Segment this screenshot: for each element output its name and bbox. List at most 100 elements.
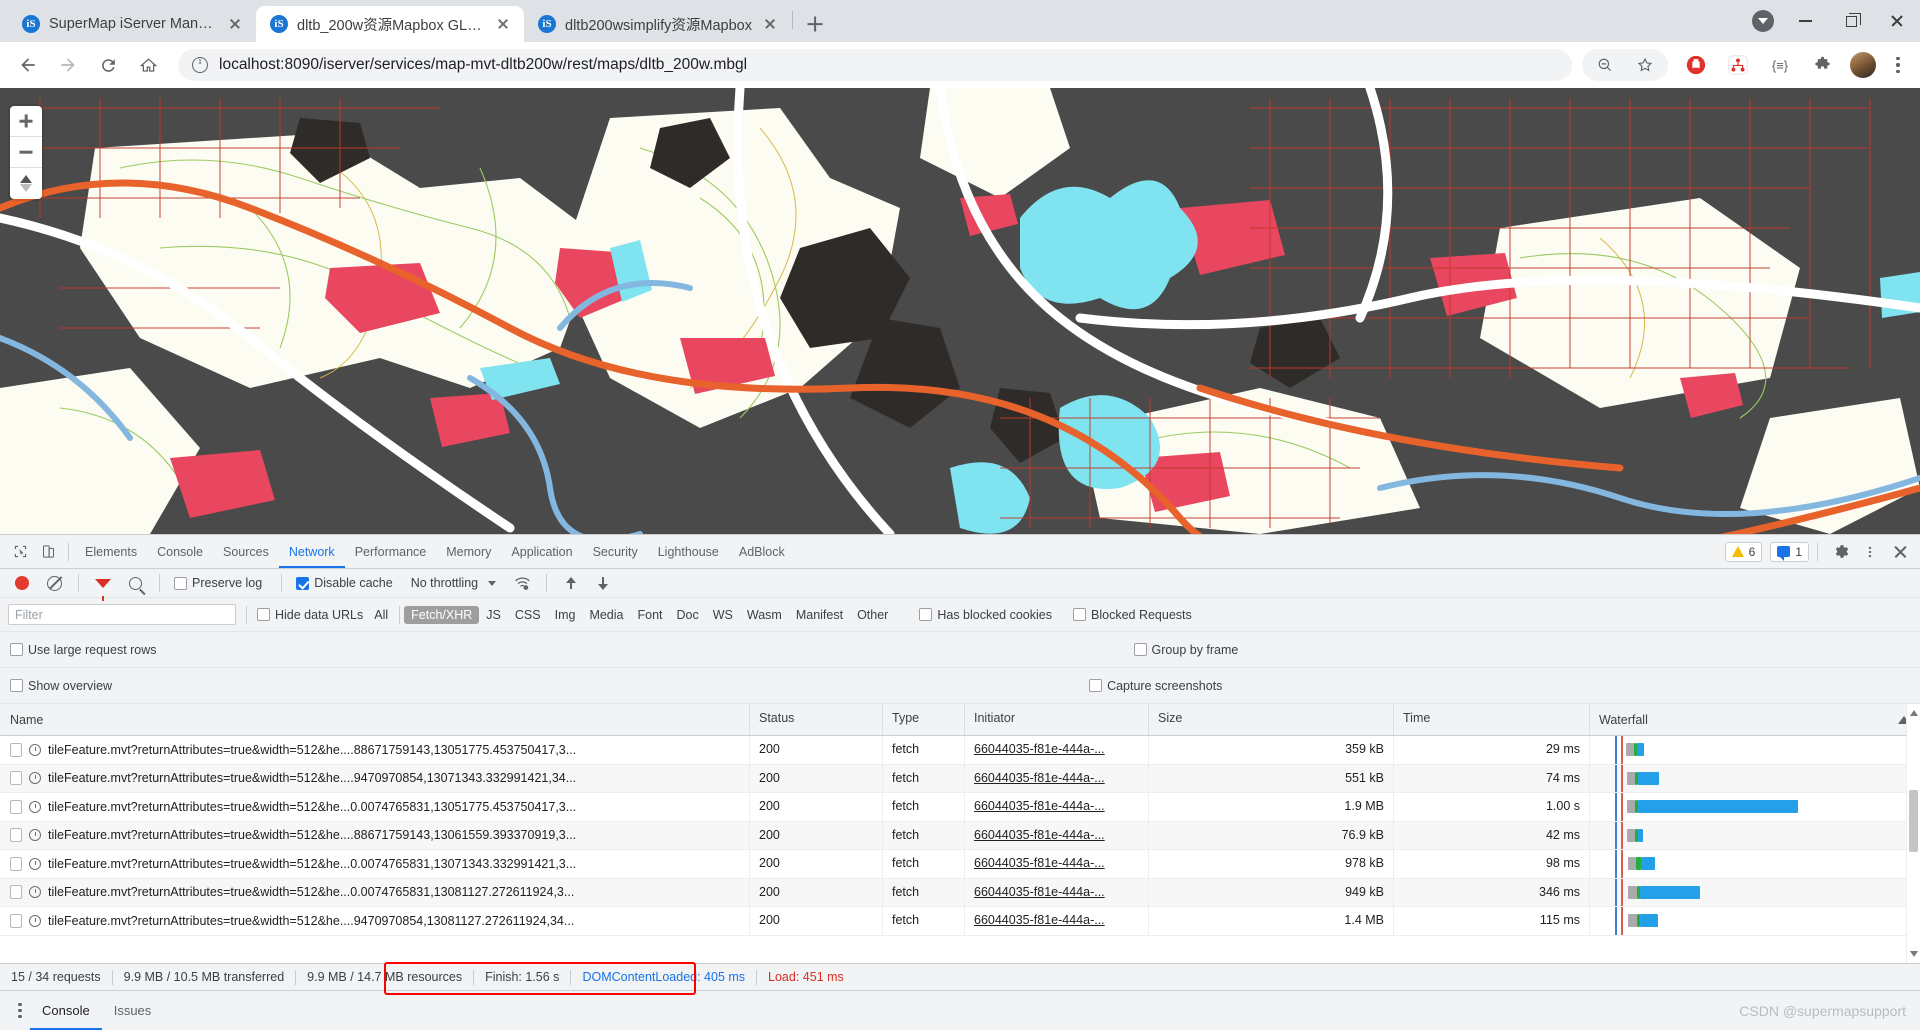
request-name-cell[interactable]: tileFeature.mvt?returnAttributes=true&wi… (0, 736, 750, 765)
update-available-icon[interactable] (1752, 10, 1774, 32)
initiator-link[interactable]: 66044035-f81e-444a-... (974, 771, 1105, 785)
clear-button[interactable] (40, 569, 68, 597)
capture-screenshots-checkbox[interactable]: Capture screenshots (1089, 679, 1231, 693)
drawer-more-icon[interactable] (10, 1002, 30, 1019)
request-initiator[interactable]: 66044035-f81e-444a-... (965, 821, 1149, 850)
type-filter-js[interactable]: JS (479, 606, 508, 624)
request-initiator[interactable]: 66044035-f81e-444a-... (965, 736, 1149, 765)
compass-icon[interactable] (10, 168, 42, 199)
show-overview-checkbox[interactable]: Show overview (10, 679, 121, 693)
extensions-puzzle-icon[interactable] (1805, 48, 1839, 82)
has-blocked-cookies-checkbox[interactable]: Has blocked cookies (919, 608, 1061, 622)
network-conditions-icon[interactable] (508, 569, 536, 597)
record-button[interactable] (8, 569, 36, 597)
hide-data-urls-checkbox[interactable]: Hide data URLs (257, 608, 367, 622)
row-checkbox[interactable] (10, 771, 22, 786)
minimize-button[interactable] (1782, 0, 1828, 42)
throttling-select[interactable]: No throttling (411, 576, 478, 590)
initiator-link[interactable]: 66044035-f81e-444a-... (974, 885, 1105, 899)
request-initiator[interactable]: 66044035-f81e-444a-... (965, 793, 1149, 822)
scroll-down-arrow[interactable] (1910, 951, 1918, 957)
browser-tab-0[interactable]: iS SuperMap iServer Manager (8, 6, 256, 42)
table-scrollbar[interactable] (1906, 704, 1920, 963)
type-filter-fetch-xhr[interactable]: Fetch/XHR (404, 605, 480, 624)
initiator-link[interactable]: 66044035-f81e-444a-... (974, 856, 1105, 870)
messages-badge[interactable]: 1 (1770, 541, 1809, 562)
disable-cache-checkbox[interactable]: Disable cache (296, 576, 402, 590)
preserve-log-checkbox[interactable]: Preserve log (174, 576, 271, 590)
table-row[interactable]: tileFeature.mvt?returnAttributes=true&wi… (0, 764, 1920, 793)
group-by-frame-checkbox[interactable]: Group by frame (1133, 643, 1248, 657)
type-filter-media[interactable]: Media (582, 606, 630, 624)
profile-avatar[interactable] (1850, 52, 1876, 78)
request-url[interactable]: tileFeature.mvt?returnAttributes=true&wi… (48, 828, 576, 842)
request-url[interactable]: tileFeature.mvt?returnAttributes=true&wi… (48, 800, 576, 814)
close-tab-icon[interactable] (226, 15, 244, 33)
browser-tab-1[interactable]: iS dltb_200w资源Mapbox GL表述 (256, 6, 524, 42)
chevron-down-icon[interactable] (488, 580, 497, 586)
initiator-link[interactable]: 66044035-f81e-444a-... (974, 742, 1105, 756)
type-filter-font[interactable]: Font (630, 606, 669, 624)
type-filter-ws[interactable]: WS (706, 606, 740, 624)
type-filter-wasm[interactable]: Wasm (740, 606, 789, 624)
adblock-icon[interactable] (1679, 48, 1713, 82)
request-url[interactable]: tileFeature.mvt?returnAttributes=true&wi… (48, 914, 574, 928)
type-filter-all[interactable]: All (367, 606, 395, 624)
request-initiator[interactable]: 66044035-f81e-444a-... (965, 878, 1149, 907)
request-url[interactable]: tileFeature.mvt?returnAttributes=true&wi… (48, 857, 576, 871)
column-header-waterfall[interactable]: Waterfall (1590, 704, 1920, 735)
new-tab-button[interactable] (801, 10, 829, 38)
close-tab-icon[interactable] (494, 15, 512, 33)
map-viewport[interactable] (0, 88, 1920, 534)
devtools-tab-performance[interactable]: Performance (345, 535, 437, 568)
search-icon[interactable] (121, 569, 149, 597)
request-name-cell[interactable]: tileFeature.mvt?returnAttributes=true&wi… (0, 907, 750, 936)
type-filter-css[interactable]: CSS (508, 606, 548, 624)
row-checkbox[interactable] (10, 913, 22, 928)
drawer-tab-issues[interactable]: Issues (102, 991, 164, 1030)
address-bar[interactable]: localhost:8090/iserver/services/map-mvt-… (178, 49, 1572, 81)
devtools-tab-lighthouse[interactable]: Lighthouse (648, 535, 729, 568)
maximize-button[interactable] (1828, 0, 1874, 42)
scroll-up-arrow[interactable] (1910, 710, 1918, 716)
row-checkbox[interactable] (10, 856, 22, 871)
initiator-link[interactable]: 66044035-f81e-444a-... (974, 799, 1105, 813)
devtools-tab-elements[interactable]: Elements (75, 535, 147, 568)
column-header-initiator[interactable]: Initiator (965, 704, 1149, 735)
request-initiator[interactable]: 66044035-f81e-444a-... (965, 907, 1149, 936)
request-name-cell[interactable]: tileFeature.mvt?returnAttributes=true&wi… (0, 850, 750, 879)
devtools-tab-memory[interactable]: Memory (436, 535, 501, 568)
request-name-cell[interactable]: tileFeature.mvt?returnAttributes=true&wi… (0, 764, 750, 793)
devtools-tab-security[interactable]: Security (583, 535, 648, 568)
zoom-out-icon[interactable] (1588, 48, 1622, 82)
bookmark-star-icon[interactable] (1628, 48, 1662, 82)
use-large-request-rows-checkbox[interactable]: Use large request rows (10, 643, 166, 657)
column-header-size[interactable]: Size (1149, 704, 1394, 735)
row-checkbox[interactable] (10, 828, 22, 843)
column-header-time[interactable]: Time (1394, 704, 1590, 735)
back-icon[interactable] (11, 48, 45, 82)
chrome-menu-kebab-icon[interactable] (1884, 56, 1912, 74)
blocked-requests-checkbox[interactable]: Blocked Requests (1073, 608, 1201, 622)
devtools-tab-console[interactable]: Console (147, 535, 213, 568)
filter-input[interactable] (8, 604, 236, 625)
browser-tab-2[interactable]: iS dltb200wsimplify资源Mapbox (524, 6, 792, 42)
row-checkbox[interactable] (10, 885, 22, 900)
close-devtools-icon[interactable] (1886, 538, 1914, 566)
scrollbar-thumb[interactable] (1909, 790, 1918, 852)
table-row[interactable]: tileFeature.mvt?returnAttributes=true&wi… (0, 878, 1920, 907)
row-checkbox[interactable] (10, 799, 22, 814)
request-name-cell[interactable]: tileFeature.mvt?returnAttributes=true&wi… (0, 793, 750, 822)
request-initiator[interactable]: 66044035-f81e-444a-... (965, 850, 1149, 879)
drawer-tab-console[interactable]: Console (30, 991, 102, 1030)
type-filter-doc[interactable]: Doc (670, 606, 706, 624)
settings-gear-icon[interactable] (1826, 538, 1854, 566)
home-icon[interactable] (131, 48, 165, 82)
request-url[interactable]: tileFeature.mvt?returnAttributes=true&wi… (48, 885, 574, 899)
table-row[interactable]: tileFeature.mvt?returnAttributes=true&wi… (0, 821, 1920, 850)
map-zoom-controls[interactable] (10, 106, 42, 199)
devtools-tab-application[interactable]: Application (501, 535, 582, 568)
close-button[interactable] (1874, 0, 1920, 42)
table-row[interactable]: tileFeature.mvt?returnAttributes=true&wi… (0, 907, 1920, 936)
table-row[interactable]: tileFeature.mvt?returnAttributes=true&wi… (0, 850, 1920, 879)
